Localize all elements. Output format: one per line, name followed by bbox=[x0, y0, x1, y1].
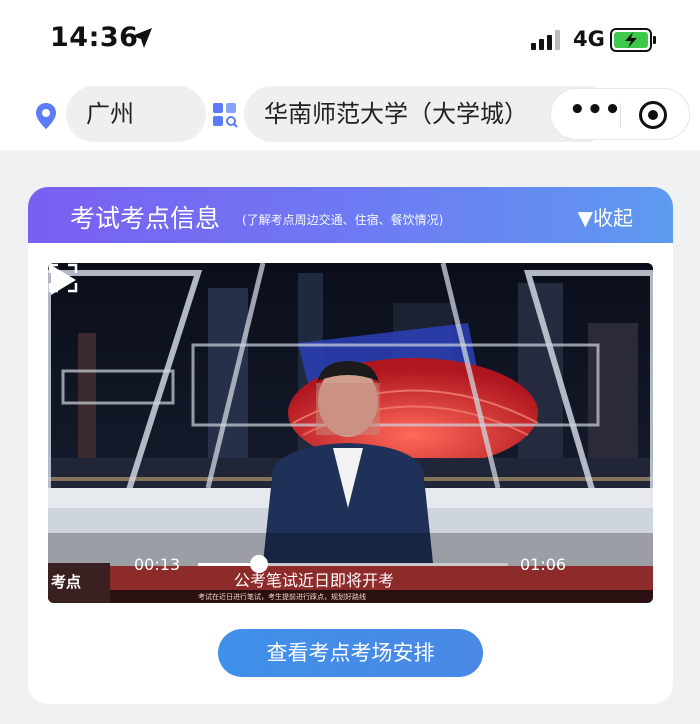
campus-grid-icon[interactable] bbox=[212, 102, 238, 128]
more-button[interactable]: ••• bbox=[569, 95, 622, 125]
signal-icon bbox=[531, 30, 560, 50]
collapse-button[interactable]: ▼收起 bbox=[578, 202, 633, 231]
current-time: 00:13 bbox=[134, 555, 181, 574]
card-header: 考试考点信息 (了解考点周边交通、住宿、餐饮情况) ▼收起 bbox=[28, 187, 673, 243]
progress-bar[interactable] bbox=[198, 555, 508, 573]
news-tag: 考点 bbox=[51, 573, 82, 591]
nav-bar: 广州 华南师范大学（大学城） ••• bbox=[0, 80, 700, 150]
card-title: 考试考点信息 bbox=[70, 204, 221, 233]
close-target-icon[interactable] bbox=[639, 101, 667, 129]
card-subtitle: (了解考点周边交通、住宿、餐饮情况) bbox=[242, 213, 444, 227]
view-exam-arrangement-button[interactable]: 查看考点考场安排 bbox=[218, 629, 483, 677]
location-arrow-icon bbox=[132, 28, 152, 48]
location-pin-icon bbox=[36, 103, 56, 129]
status-time: 14:36 bbox=[50, 22, 139, 53]
fullscreen-icon[interactable] bbox=[48, 263, 78, 293]
city-selector[interactable]: 广州 bbox=[66, 86, 206, 142]
status-bar: 14:36 4G bbox=[0, 0, 700, 80]
battery-charging-icon bbox=[610, 28, 656, 52]
network-type: 4G bbox=[573, 27, 605, 51]
mini-program-capsule: ••• bbox=[550, 88, 690, 140]
video-frame bbox=[48, 263, 653, 603]
duration: 01:06 bbox=[520, 555, 567, 574]
exam-site-card: 考试考点信息 (了解考点周边交通、住宿、餐饮情况) ▼收起 考点 公考笔试近日即… bbox=[28, 187, 673, 704]
progress-knob[interactable] bbox=[250, 555, 269, 573]
video-player[interactable]: 考点 公考笔试近日即将开考 考试在近日进行笔试，考生提前进行踩点，规划好路线 0… bbox=[48, 263, 653, 603]
capsule-divider bbox=[620, 103, 621, 127]
ticker-subtitle: 考试在近日进行笔试，考生提前进行踩点，规划好路线 bbox=[198, 593, 366, 601]
